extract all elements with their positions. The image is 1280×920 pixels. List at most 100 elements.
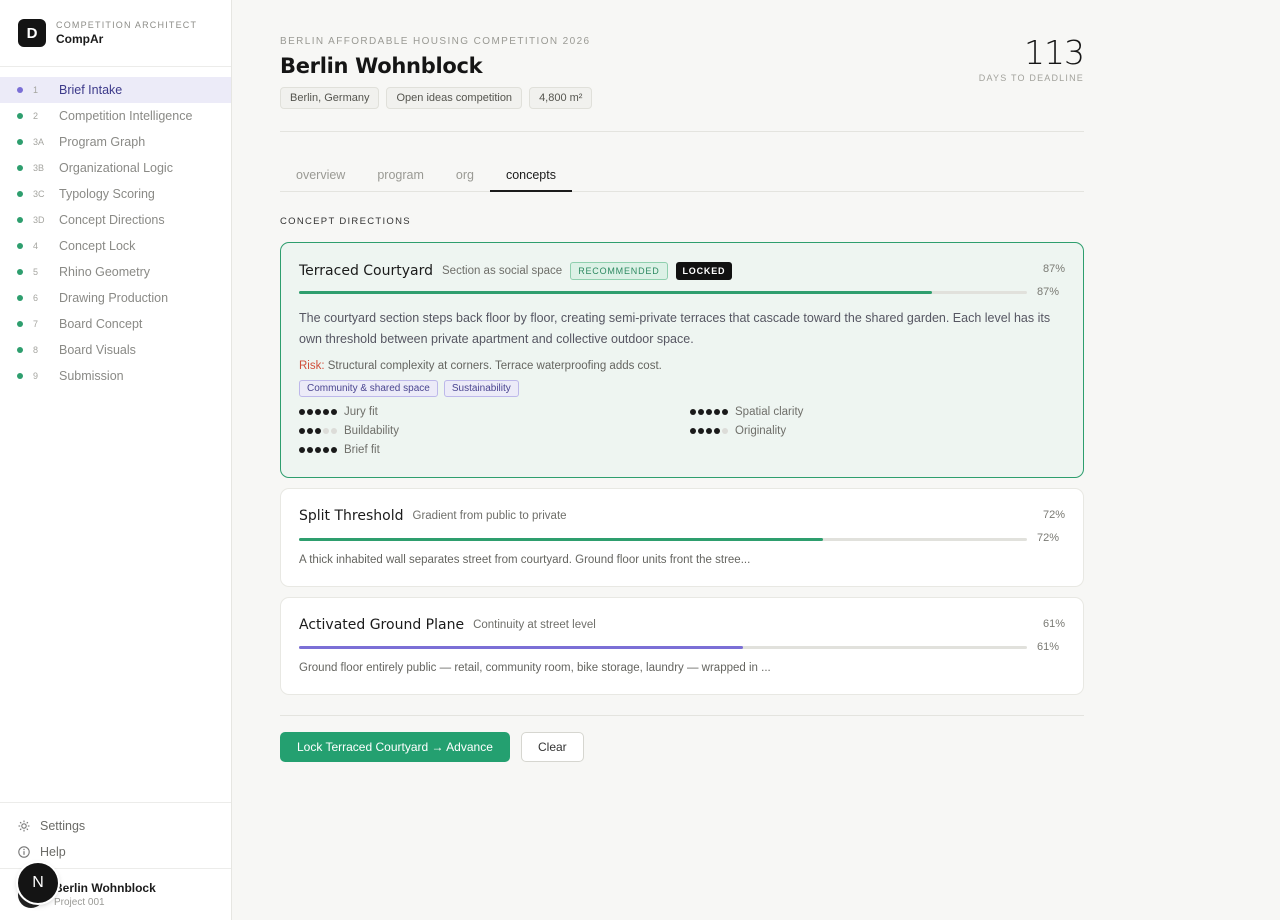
criteria-label: Originality (735, 425, 787, 437)
meta-chip: Berlin, Germany (280, 87, 380, 109)
concept-header: Split Threshold Gradient from public to … (299, 508, 567, 524)
concept-card-terraced-courtyard[interactable]: Terraced Courtyard Section as social spa… (280, 242, 1084, 478)
score-dot (299, 428, 305, 434)
score-bar-fill (299, 646, 744, 649)
risk-text: Structural complexity at corners. Terrac… (327, 360, 662, 372)
step-number: 9 (33, 371, 39, 381)
brand-name: CompAr (56, 32, 104, 46)
tab-overview[interactable]: overview (280, 160, 361, 192)
step-nav: 1 Brief Intake 2 Competition Intelligence 3A… (0, 67, 231, 389)
nav-label: Board Visuals (59, 343, 136, 357)
nav-item-board-concept[interactable]: 7 Board Concept (0, 311, 231, 337)
criteria-label: Buildability (344, 425, 399, 437)
status-dot (17, 113, 23, 119)
nav-label: Concept Directions (59, 213, 165, 227)
step-number: 3C (33, 189, 45, 199)
lock-advance-button[interactable]: Lock Terraced Courtyard → Advance (280, 732, 510, 762)
brand: D COMPETITION ARCHITECT CompAr (0, 0, 231, 67)
score-dot (299, 447, 305, 453)
nav-item-concept-lock[interactable]: 4 Concept Lock (0, 233, 231, 259)
brand-kicker: COMPETITION ARCHITECT (56, 20, 198, 30)
dev-tools-badge[interactable]: N (18, 863, 58, 903)
score-dot (722, 409, 728, 415)
score-dot (698, 428, 704, 434)
score-dot (323, 428, 329, 434)
score-dot (323, 409, 329, 415)
status-dot (17, 87, 23, 93)
deadline-label: DAYS TO DEADLINE (978, 73, 1084, 83)
criteria-label: Jury fit (344, 406, 378, 418)
score-dot (331, 409, 337, 415)
page-title: Berlin Wohnblock (280, 54, 483, 78)
concept-title: Terraced Courtyard (299, 263, 433, 279)
step-number: 3B (33, 163, 45, 173)
score-dot (299, 409, 305, 415)
concept-subtitle: Section as social space (442, 265, 563, 277)
concept-tag: Community & shared space (299, 380, 438, 397)
nav-item-rhino-geometry[interactable]: 5 Rhino Geometry (0, 259, 231, 285)
tab-program[interactable]: program (361, 160, 440, 192)
tab-org[interactable]: org (440, 160, 490, 192)
criteria-label: Brief fit (344, 444, 380, 456)
status-dot (17, 295, 23, 301)
score-dot (690, 428, 696, 434)
status-dot (17, 165, 23, 171)
header-divider (280, 131, 1084, 132)
clear-button[interactable]: Clear (521, 732, 584, 762)
step-number: 2 (33, 111, 39, 121)
score-dot (307, 447, 313, 453)
status-dot (17, 373, 23, 379)
score-dot (331, 447, 337, 453)
step-number: 4 (33, 241, 39, 251)
step-number: 6 (33, 293, 39, 303)
score-dot (307, 409, 313, 415)
concept-card-activated-ground-plane[interactable]: Activated Ground Plane Continuity at str… (280, 597, 1084, 695)
settings-label: Settings (40, 819, 86, 833)
step-number: 1 (33, 85, 39, 95)
score-dot (706, 409, 712, 415)
score-dot (315, 447, 321, 453)
tab-concepts[interactable]: concepts (489, 160, 572, 192)
nav-item-concept-directions[interactable]: 3D Concept Directions (0, 207, 231, 233)
score-dot (315, 428, 321, 434)
criteria-score: Originality (690, 425, 786, 437)
project-text: Berlin Wohnblock Project 001 (54, 881, 156, 908)
concept-card-split-threshold[interactable]: Split Threshold Gradient from public to … (280, 488, 1084, 587)
concept-subtitle: Continuity at street level (473, 619, 596, 631)
nav-item-typology-scoring[interactable]: 3C Typology Scoring (0, 181, 231, 207)
recommended-badge: RECOMMENDED (570, 262, 668, 280)
score-dot (307, 428, 313, 434)
status-dot (17, 269, 23, 275)
help-link[interactable]: Help (0, 839, 231, 865)
help-label: Help (40, 845, 66, 859)
score-dot (690, 409, 696, 415)
score-dot (714, 409, 720, 415)
criteria-score: Buildability (299, 425, 399, 437)
score-dot (323, 447, 329, 453)
score-bar-label: 72% (1036, 532, 1059, 544)
tab-bar: overview program org concepts (280, 160, 1084, 192)
concept-description: Ground floor entirely public — retail, c… (299, 662, 771, 674)
nav-item-program-graph[interactable]: 3A Program Graph (0, 129, 231, 155)
concept-score-label: 61% (1042, 618, 1065, 630)
nav-item-brief-intake[interactable]: 1 Brief Intake (0, 77, 231, 103)
score-dot (315, 409, 321, 415)
score-dot (714, 428, 720, 434)
criteria-score: Brief fit (299, 444, 380, 456)
nav-item-organizational-logic[interactable]: 3B Organizational Logic (0, 155, 231, 181)
locked-badge: LOCKED (675, 262, 733, 280)
info-icon (18, 846, 30, 858)
nav-item-submission[interactable]: 9 Submission (0, 363, 231, 389)
nav-item-competition-intelligence[interactable]: 2 Competition Intelligence (0, 103, 231, 129)
score-dot (722, 428, 728, 434)
nav-item-board-visuals[interactable]: 8 Board Visuals (0, 337, 231, 363)
settings-link[interactable]: Settings (0, 813, 231, 839)
nav-item-drawing-production[interactable]: 6 Drawing Production (0, 285, 231, 311)
actions-divider (280, 715, 1084, 716)
deadline-counter: 113 DAYS TO DEADLINE (978, 33, 1085, 83)
nav-label: Drawing Production (59, 291, 169, 305)
score-bar (299, 646, 1027, 649)
concept-tag: Sustainability (443, 380, 519, 397)
nav-label: Board Concept (59, 317, 143, 331)
score-bar-label: 87% (1036, 286, 1059, 298)
